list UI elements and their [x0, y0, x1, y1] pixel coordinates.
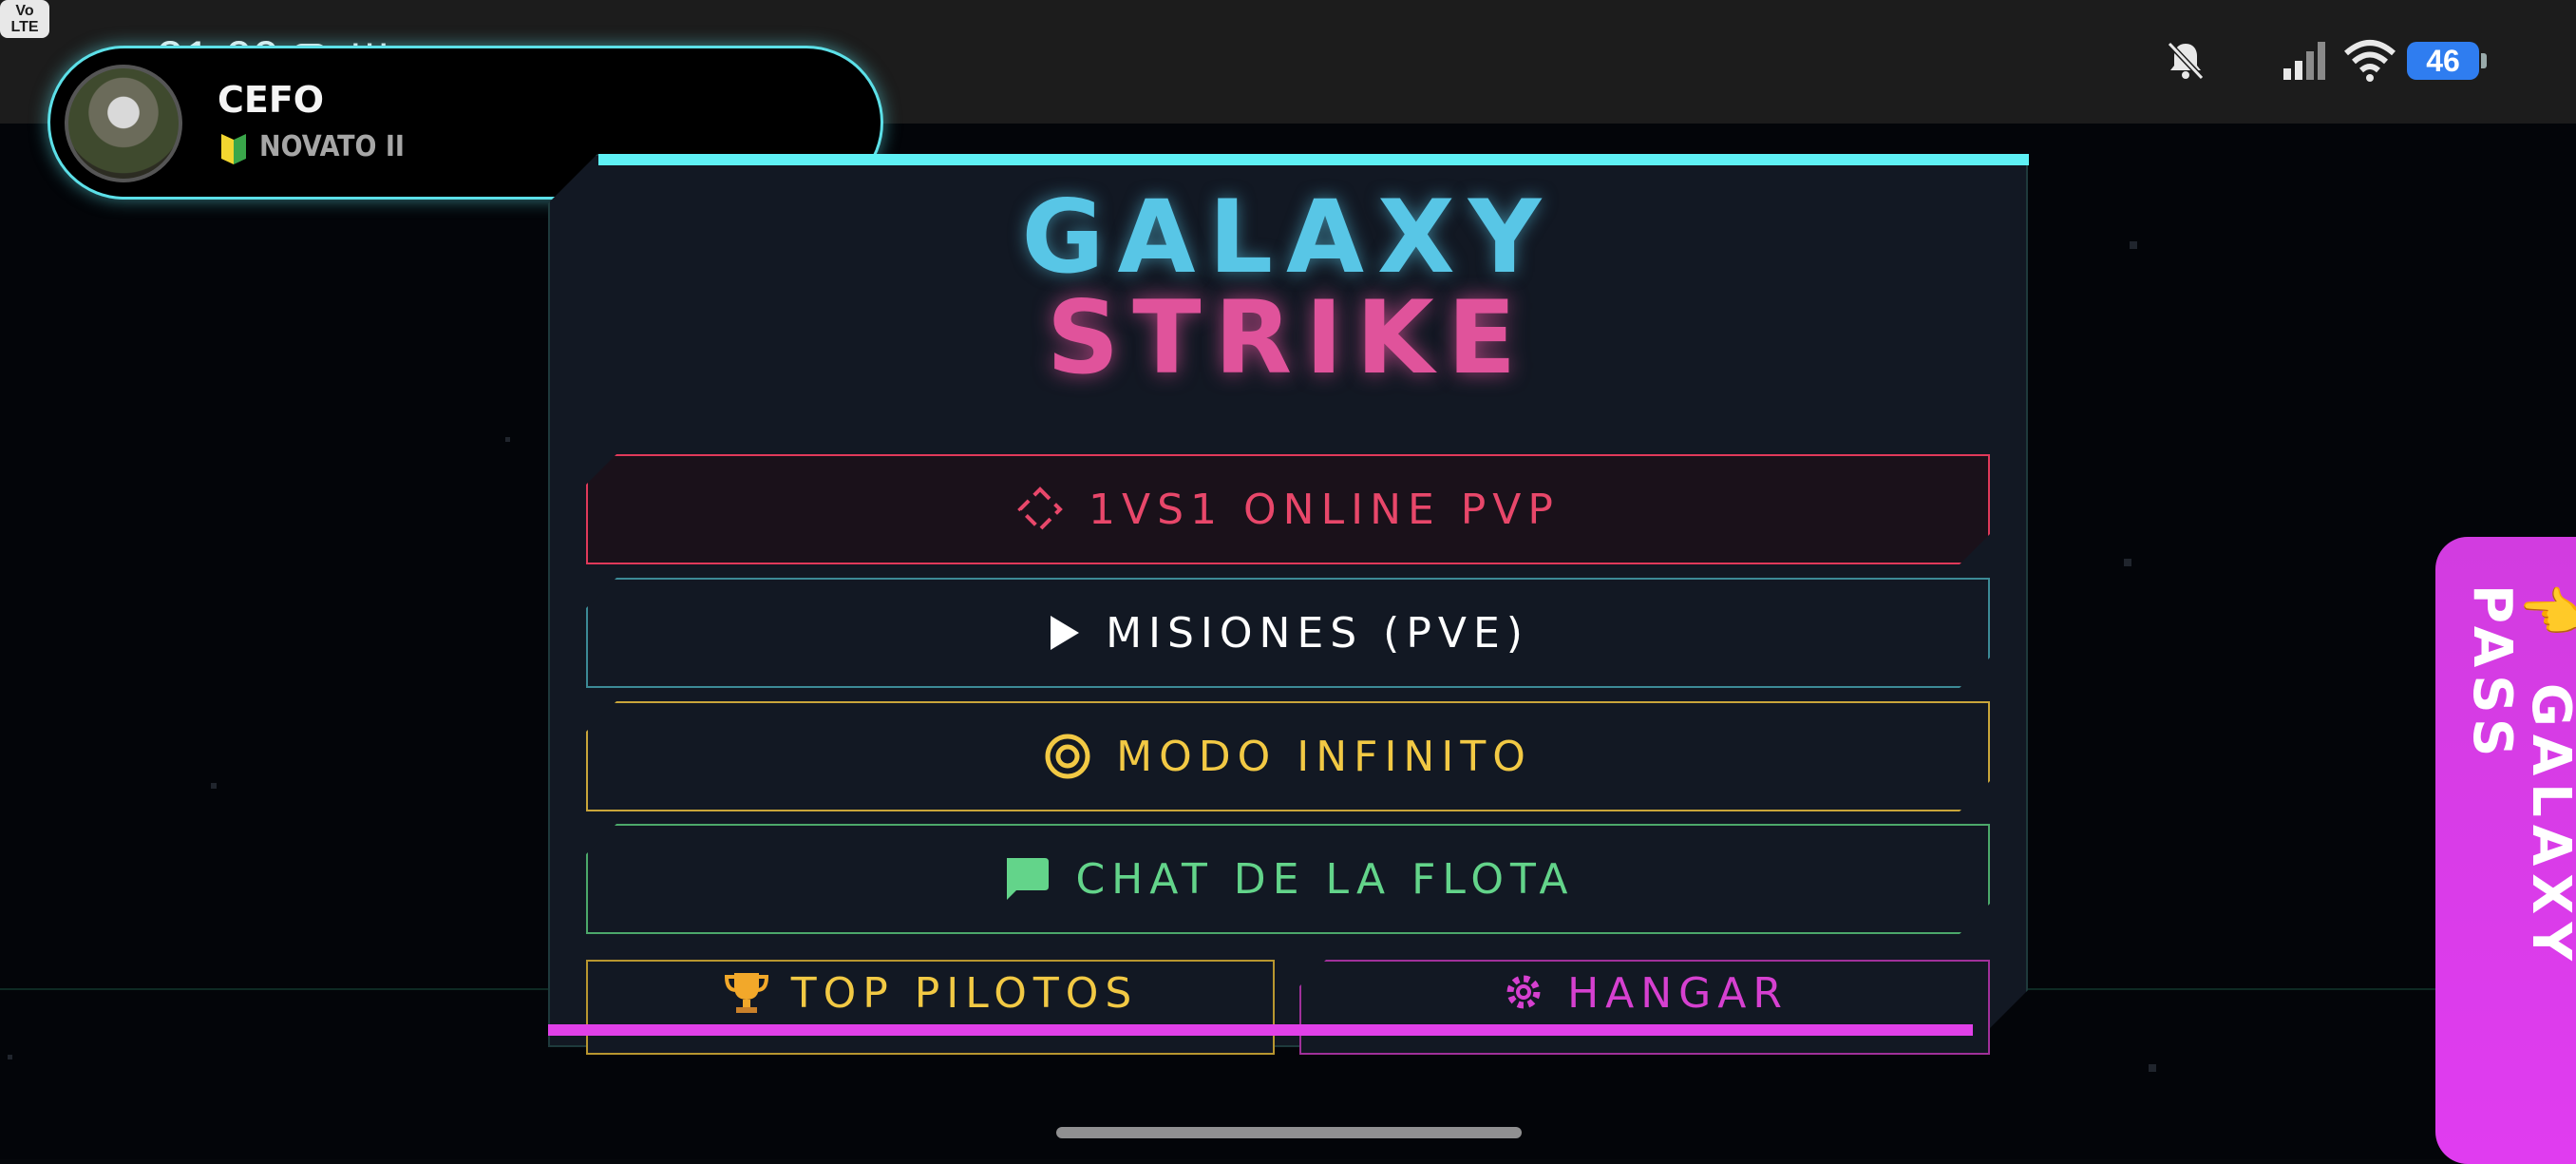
pvp-online-label: 1VS1 ONLINE PVP — [1089, 485, 1560, 534]
signal-icon — [2283, 42, 2325, 80]
panel-bottom-accent — [548, 1024, 1973, 1036]
infinite-mode-button[interactable]: MODO INFINITO — [586, 701, 1990, 811]
battery-indicator: 46 — [2407, 42, 2487, 80]
top-pilots-label: TOP PILOTOS — [790, 969, 1139, 1018]
missions-pve-button[interactable]: MISIONES (PVE) — [586, 578, 1990, 688]
gear-icon — [1506, 975, 1541, 1009]
fleet-chat-label: CHAT DE LA FLOTA — [1075, 854, 1575, 904]
fleet-chat-button[interactable]: CHAT DE LA FLOTA — [586, 824, 1990, 934]
target-icon — [1044, 733, 1091, 780]
game-title-strike: STRIKE — [1046, 279, 1530, 396]
galaxy-pass-label: 👈 GALAXY PASS — [2461, 584, 2576, 968]
volte-icon: Vo LTE — [0, 0, 49, 38]
pvp-online-button[interactable]: 1VS1 ONLINE PVP — [586, 454, 1990, 564]
missions-pve-label: MISIONES (PVE) — [1106, 608, 1529, 658]
hangar-label: HANGAR — [1567, 969, 1789, 1018]
top-pilots-button[interactable]: TOP PILOTOS — [586, 960, 1275, 1055]
trophy-icon — [724, 973, 768, 1013]
gesture-navigation-handle[interactable] — [1056, 1127, 1522, 1138]
hangar-button[interactable]: HANGAR — [1299, 960, 1990, 1055]
infinite-mode-label: MODO INFINITO — [1116, 732, 1532, 781]
bell-off-icon — [2167, 41, 2205, 81]
star — [8, 1055, 12, 1059]
username: CEFO — [218, 79, 325, 121]
play-icon — [1047, 614, 1081, 652]
swords-icon — [1016, 486, 1064, 533]
star — [2149, 1064, 2156, 1072]
star — [2130, 241, 2137, 249]
panel-top-accent — [598, 154, 2029, 165]
game-title-galaxy: GALAXY — [1021, 179, 1555, 296]
star — [2124, 559, 2131, 566]
wifi-icon — [2344, 40, 2396, 82]
avatar[interactable] — [65, 65, 182, 182]
star — [211, 783, 217, 789]
player-rank: NOVATO II — [259, 130, 405, 163]
chat-bubble-icon — [1001, 854, 1051, 904]
star — [505, 437, 510, 442]
beginner-badge-icon — [221, 134, 246, 164]
